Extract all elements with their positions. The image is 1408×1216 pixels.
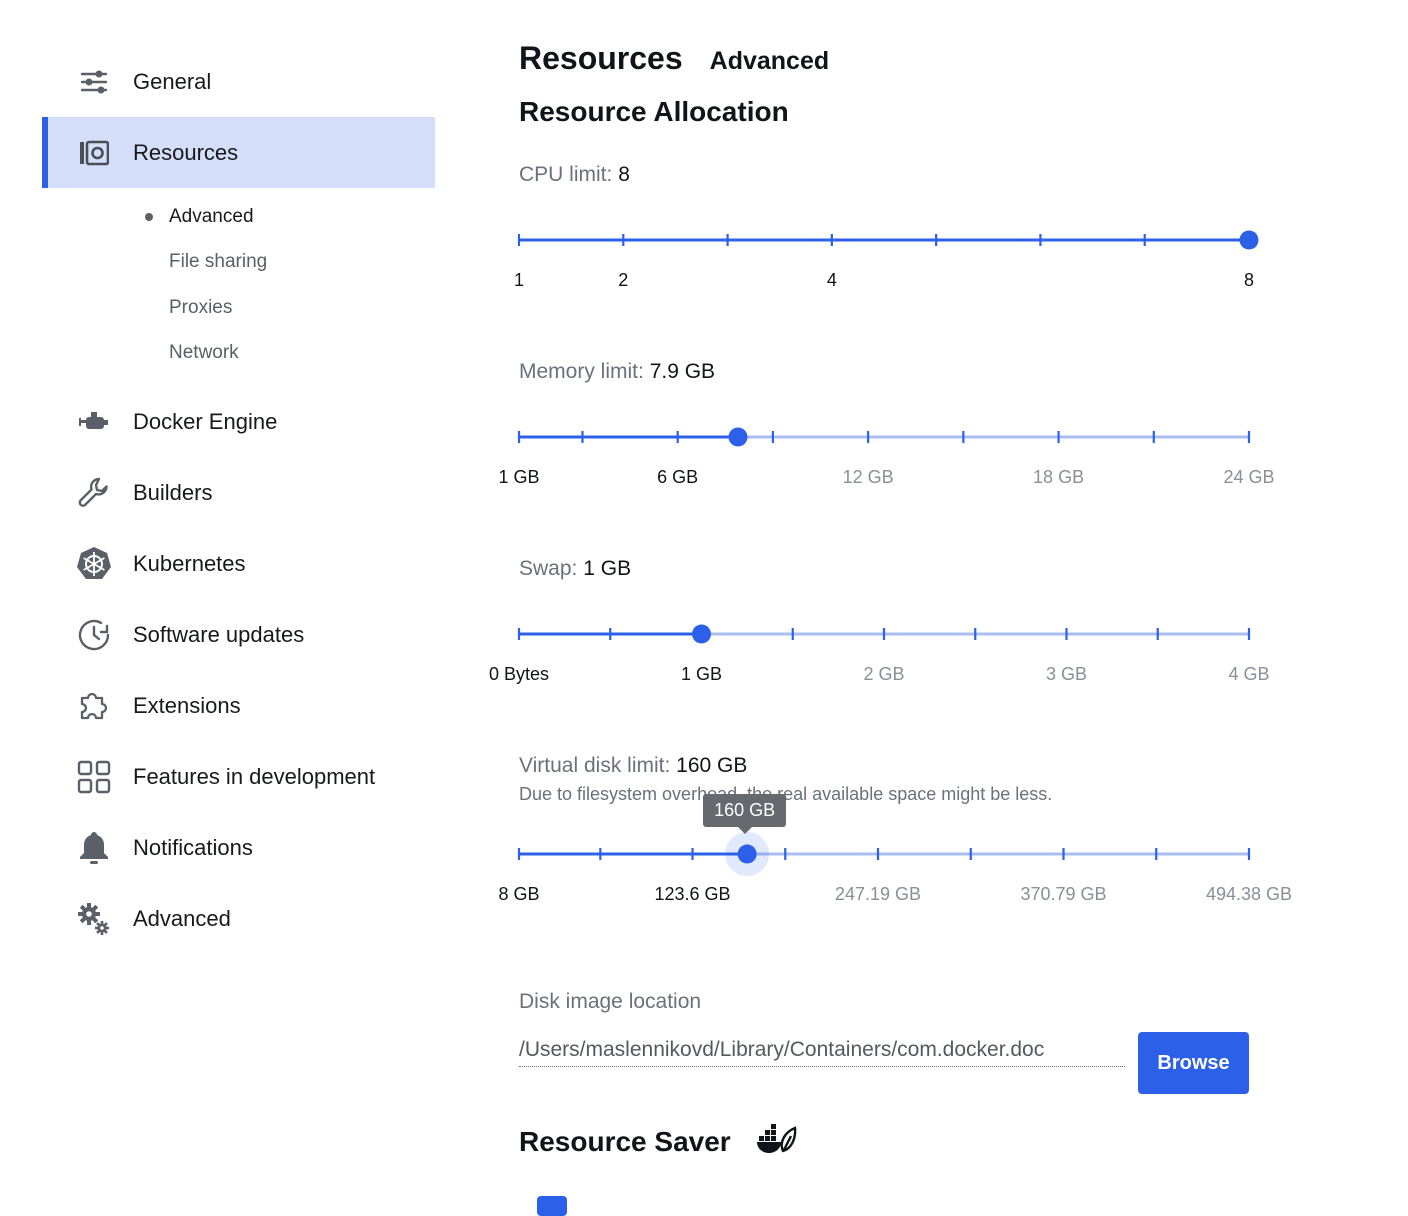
sidebar-item-label: Notifications	[133, 834, 253, 860]
sidebar-item-label: General	[133, 68, 212, 94]
slider-thumb[interactable]	[692, 624, 711, 644]
resource-saver-title: Resource Saver	[519, 1125, 731, 1157]
sidebar-item-features-in-development[interactable]: Features in development	[42, 741, 435, 812]
virtual-disk-caption: Virtual disk limit:	[519, 754, 671, 777]
slider-tick-label: 1 GB	[681, 664, 722, 684]
sidebar-item-label: Resources	[133, 139, 239, 165]
sidebar-item-advanced[interactable]: Advanced	[42, 883, 435, 954]
slider-tick-label: 8	[1244, 270, 1254, 290]
settings-sidebar: General Resources Advanced File sharing …	[42, 46, 435, 954]
sidebar-item-kubernetes[interactable]: Kubernetes	[42, 528, 435, 599]
resources-subnav: Advanced File sharing Proxies Network	[42, 188, 435, 386]
sidebar-item-label: Advanced	[133, 905, 231, 931]
sidebar-item-notifications[interactable]: Notifications	[42, 812, 435, 883]
swap-slider-group: Swap: 1 GB 0 Bytes 1 GB 2 GB 3 GB 4 GB	[489, 557, 1379, 717]
sliders-icon	[76, 64, 112, 100]
panel-header: Resources Advanced	[519, 40, 829, 77]
slider-thumb[interactable]	[1239, 230, 1259, 250]
sidebar-item-label: Extensions	[133, 692, 241, 718]
memory-limit-value: 7.9 GB	[649, 360, 716, 383]
sidebar-item-label: Builders	[133, 479, 213, 505]
puzzle-icon	[76, 688, 112, 724]
cpu-limit-slider-group: CPU limit: 8 1 2 4 8	[514, 163, 1379, 323]
disk-image-location-label: Disk image location	[519, 990, 702, 1013]
subnav-item-label: Advanced	[169, 205, 254, 227]
sidebar-item-label: Kubernetes	[133, 550, 246, 576]
slider-tick-label: 0 Bytes	[489, 664, 549, 684]
subnav-item-label: Proxies	[169, 296, 233, 318]
resource-saver-heading: Resource Saver	[519, 1124, 797, 1159]
resource-allocation-title: Resource Allocation	[519, 96, 789, 127]
docker-leaf-icon	[756, 1124, 797, 1159]
sidebar-item-extensions[interactable]: Extensions	[42, 670, 435, 741]
resources-icon	[76, 135, 112, 171]
memory-limit-slider[interactable]: 1 GB 6 GB 12 GB 18 GB 24 GB	[479, 400, 1408, 540]
slider-tick-label: 4	[827, 270, 837, 290]
memory-limit-caption: Memory limit:	[519, 360, 644, 383]
slider-tick-label: 370.79 GB	[1020, 884, 1106, 904]
virtual-disk-slider-group: Virtual disk limit: 160 GB Due to filesy…	[498, 754, 1379, 934]
subnav-item-advanced[interactable]: Advanced	[42, 194, 435, 240]
virtual-disk-slider[interactable]: 8 GB 123.6 GB 247.19 GB 370.79 GB 494.38 GB	[479, 817, 1408, 957]
cpu-limit-slider[interactable]: 1 2 4 8	[479, 203, 1408, 343]
bell-icon	[76, 830, 112, 866]
slider-tick-label: 4 GB	[1228, 664, 1269, 684]
sidebar-item-label: Features in development	[133, 763, 376, 789]
slider-tick-label: 8 GB	[498, 884, 539, 904]
page-title: Resources	[519, 40, 683, 76]
swap-slider[interactable]: 0 Bytes 1 GB 2 GB 3 GB 4 GB	[479, 597, 1408, 737]
browse-button[interactable]: Browse	[1138, 1032, 1249, 1094]
sidebar-item-general[interactable]: General	[42, 46, 435, 117]
subnav-item-network[interactable]: Network	[42, 331, 435, 377]
slider-tick-label: 3 GB	[1046, 664, 1087, 684]
gears-icon	[76, 901, 112, 937]
sidebar-item-software-updates[interactable]: Software updates	[42, 599, 435, 670]
subnav-item-file-sharing[interactable]: File sharing	[42, 240, 435, 286]
slider-tick-label: 2 GB	[863, 664, 904, 684]
cpu-limit-value: 8	[618, 163, 630, 186]
slider-tick-label: 247.19 GB	[835, 884, 921, 904]
slider-tick-label: 6 GB	[657, 467, 698, 487]
cpu-limit-label: CPU limit: 8	[519, 163, 630, 187]
slider-tick-label: 12 GB	[843, 467, 894, 487]
sidebar-item-resources[interactable]: Resources	[42, 117, 435, 188]
engine-icon	[76, 404, 112, 440]
slider-tick-label: 1	[514, 270, 524, 290]
slider-tick-label: 494.38 GB	[1206, 884, 1292, 904]
slider-tick-label: 123.6 GB	[654, 884, 730, 904]
virtual-disk-value: 160 GB	[676, 754, 748, 777]
clock-update-icon	[76, 617, 112, 653]
sidebar-item-label: Software updates	[133, 621, 305, 647]
virtual-disk-label: Virtual disk limit: 160 GB	[519, 754, 747, 778]
memory-limit-label: Memory limit: 7.9 GB	[519, 360, 715, 384]
subnav-item-label: Network	[169, 342, 239, 364]
swap-caption: Swap:	[519, 557, 578, 580]
subnav-item-label: File sharing	[169, 251, 268, 273]
slider-tick-label: 1 GB	[498, 467, 539, 487]
swap-label: Swap: 1 GB	[519, 557, 631, 581]
disk-image-path-field[interactable]	[519, 1034, 1125, 1067]
grid-icon	[76, 759, 112, 795]
subnav-item-proxies[interactable]: Proxies	[42, 285, 435, 331]
slider-tick-label: 18 GB	[1033, 467, 1084, 487]
cpu-limit-caption: CPU limit:	[519, 163, 613, 186]
slider-tick-label: 24 GB	[1223, 467, 1274, 487]
swap-value: 1 GB	[583, 557, 632, 580]
tab-advanced[interactable]: Advanced	[710, 47, 829, 76]
slider-tick-label: 2	[618, 270, 628, 290]
sidebar-item-docker-engine[interactable]: Docker Engine	[42, 386, 435, 457]
slider-thumb[interactable]	[737, 844, 757, 864]
slider-thumb[interactable]	[728, 427, 748, 447]
slider-value-tooltip: 160 GB	[703, 794, 787, 834]
memory-limit-slider-group: Memory limit: 7.9 GB 1 GB 6 GB 12 GB 18 GB 2…	[498, 360, 1379, 520]
sidebar-item-builders[interactable]: Builders	[42, 457, 435, 528]
wrench-icon	[76, 475, 112, 511]
kubernetes-icon	[76, 546, 112, 582]
current-dot-icon	[145, 212, 153, 221]
resource-saver-checkbox[interactable]	[537, 1196, 567, 1216]
sidebar-item-label: Docker Engine	[133, 408, 278, 434]
